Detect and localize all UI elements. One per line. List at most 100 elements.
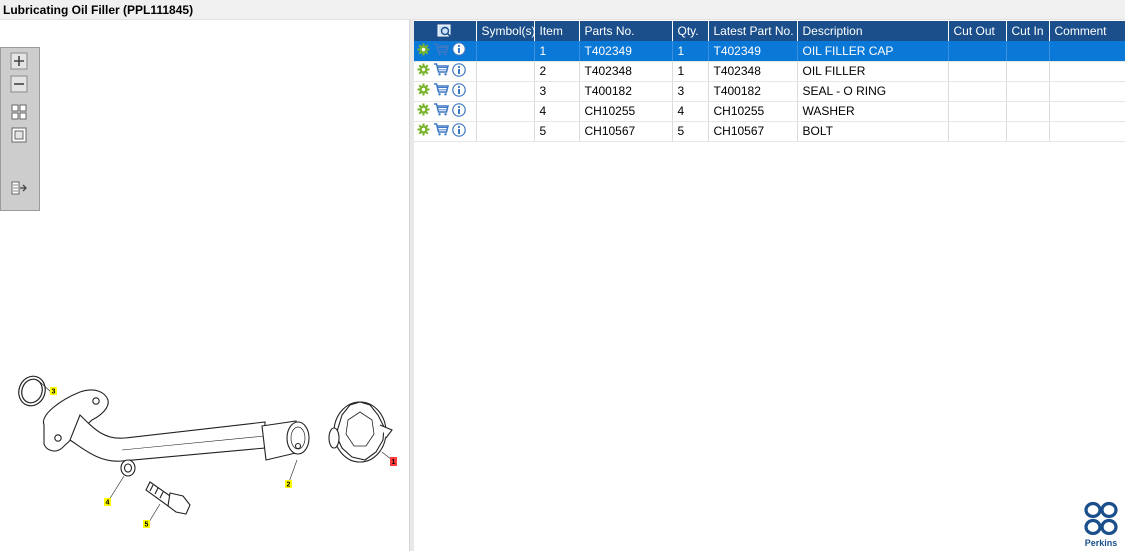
fit-window-icon[interactable]: [10, 126, 28, 144]
table-row[interactable]: 5 CH10567 5 CH10567 BOLT: [414, 121, 1125, 142]
perkins-logo: Perkins: [1080, 501, 1122, 549]
description-cell: OIL FILLER CAP: [797, 41, 949, 62]
column-header-qty[interactable]: Qty.: [672, 21, 709, 41]
column-header-description[interactable]: Description: [797, 21, 949, 41]
latest-part-no-cell: T400182: [708, 81, 798, 102]
table-row[interactable]: 3 T400182 3 T400182 SEAL - O RING: [414, 81, 1125, 102]
fit-all-icon[interactable]: [10, 103, 28, 121]
item-cell: 2: [534, 61, 580, 82]
svg-text:1: 1: [392, 459, 396, 466]
cut-out-cell: [948, 121, 1007, 142]
part-washer[interactable]: [120, 459, 136, 477]
svg-text:4: 4: [106, 500, 110, 507]
description-cell: BOLT: [797, 121, 949, 142]
latest-part-no-cell: T402348: [708, 61, 798, 82]
cart-icon[interactable]: [433, 83, 449, 99]
parts-no-cell: T402349: [579, 41, 673, 62]
row-actions-cell: [414, 41, 477, 62]
drawing-toolbar: [0, 47, 40, 211]
cut-in-cell: [1006, 41, 1050, 62]
row-actions-cell: [414, 121, 477, 142]
callout-2[interactable]: 2: [285, 480, 292, 489]
brand-name: Perkins: [1084, 538, 1118, 548]
table-row[interactable]: 4 CH10255 4 CH10255 WASHER: [414, 101, 1125, 122]
part-oil-filler-cap[interactable]: [328, 401, 393, 463]
cart-icon[interactable]: [433, 123, 449, 139]
info-icon[interactable]: [452, 122, 466, 140]
cart-icon[interactable]: [433, 63, 449, 79]
drawing-pane[interactable]: 3 2 4 5 1: [0, 20, 409, 551]
cut-in-cell: [1006, 61, 1050, 82]
parts-no-cell: T402348: [579, 61, 673, 82]
settings-gear-icon[interactable]: [417, 103, 430, 119]
perkins-logo-mark: [1084, 501, 1118, 536]
info-icon[interactable]: [452, 42, 466, 59]
callout-3[interactable]: 3: [50, 387, 57, 396]
column-header-actions[interactable]: [414, 21, 477, 41]
row-actions-cell: [414, 101, 477, 122]
parts-list-pane: Symbol(s) Item Parts No. Qty. Latest Par…: [414, 20, 1125, 551]
settings-gear-icon[interactable]: [417, 83, 430, 99]
table-row[interactable]: 1 T402349 1 T402349 OIL FILLER CAP: [414, 41, 1125, 62]
comment-cell: [1049, 101, 1125, 122]
table-row[interactable]: 2 T402348 1 T402348 OIL FILLER: [414, 61, 1125, 82]
cut-out-cell: [948, 41, 1007, 62]
symbols-cell: [476, 61, 535, 82]
zoom-in-icon[interactable]: [10, 52, 28, 70]
cut-out-cell: [948, 81, 1007, 102]
description-cell: SEAL - O RING: [797, 81, 949, 102]
symbols-cell: [476, 101, 535, 122]
cut-in-cell: [1006, 121, 1050, 142]
export-icon[interactable]: [10, 179, 28, 197]
part-oil-filler[interactable]: [43, 389, 310, 462]
comment-cell: [1049, 81, 1125, 102]
column-header-symbols[interactable]: Symbol(s): [476, 21, 535, 41]
description-cell: WASHER: [797, 101, 949, 122]
comment-cell: [1049, 61, 1125, 82]
callout-1[interactable]: 1: [390, 457, 397, 466]
column-chooser-icon[interactable]: [437, 24, 453, 38]
exploded-parts-diagram[interactable]: 3 2 4 5 1: [0, 20, 409, 551]
column-header-item[interactable]: Item: [534, 21, 580, 41]
info-icon[interactable]: [452, 82, 466, 100]
latest-part-no-cell: CH10567: [708, 121, 798, 142]
row-actions-cell: [414, 61, 477, 82]
row-actions-cell: [414, 81, 477, 102]
qty-cell: 3: [672, 81, 709, 102]
zoom-out-icon[interactable]: [10, 75, 28, 93]
window-title: Lubricating Oil Filler (PPL111845): [3, 3, 194, 17]
parts-no-cell: T400182: [579, 81, 673, 102]
column-header-parts-no[interactable]: Parts No.: [579, 21, 673, 41]
settings-gear-icon[interactable]: [417, 43, 430, 59]
qty-cell: 4: [672, 101, 709, 122]
settings-gear-icon[interactable]: [417, 63, 430, 79]
symbols-cell: [476, 81, 535, 102]
qty-cell: 1: [672, 41, 709, 62]
info-icon[interactable]: [452, 102, 466, 120]
item-cell: 1: [534, 41, 580, 62]
part-o-ring[interactable]: [15, 372, 50, 409]
svg-text:5: 5: [145, 522, 149, 529]
column-header-comment[interactable]: Comment: [1049, 21, 1125, 41]
part-bolt[interactable]: [145, 481, 191, 515]
latest-part-no-cell: CH10255: [708, 101, 798, 122]
comment-cell: [1049, 121, 1125, 142]
callout-5[interactable]: 5: [143, 520, 150, 529]
parts-no-cell: CH10255: [579, 101, 673, 122]
column-header-latest-part-no[interactable]: Latest Part No.: [708, 21, 798, 41]
column-header-cut-in[interactable]: Cut In: [1006, 21, 1050, 41]
cart-icon[interactable]: [433, 43, 449, 59]
svg-text:2: 2: [287, 482, 291, 489]
item-cell: 4: [534, 101, 580, 122]
cart-icon[interactable]: [433, 103, 449, 119]
item-cell: 3: [534, 81, 580, 102]
info-icon[interactable]: [452, 62, 466, 80]
parts-no-cell: CH10567: [579, 121, 673, 142]
column-header-cut-out[interactable]: Cut Out: [948, 21, 1007, 41]
cut-in-cell: [1006, 81, 1050, 102]
cut-out-cell: [948, 61, 1007, 82]
settings-gear-icon[interactable]: [417, 123, 430, 139]
table-header-row: Symbol(s) Item Parts No. Qty. Latest Par…: [414, 21, 1125, 41]
svg-text:3: 3: [52, 389, 56, 396]
callout-4[interactable]: 4: [104, 498, 111, 507]
